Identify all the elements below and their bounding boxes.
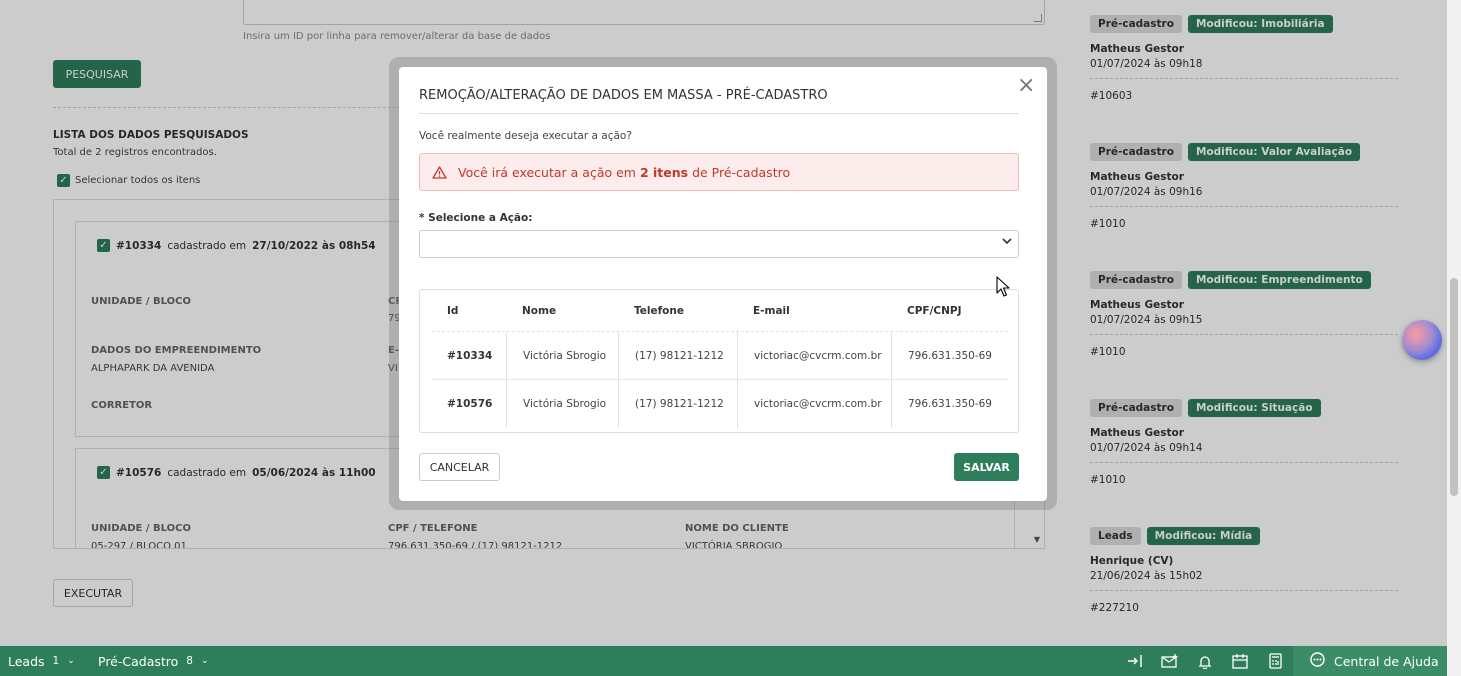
table-cell-phone: (17) 98121-1212 xyxy=(618,332,724,379)
warning-alert: Você irá executar a ação em 2 itens de P… xyxy=(419,153,1019,191)
taskbar-precadastro[interactable]: Pré-Cadastro 8 ⌄ xyxy=(98,646,209,676)
calendar-icon[interactable] xyxy=(1230,652,1250,670)
calculator-icon[interactable] xyxy=(1265,652,1285,670)
table-cell-id: #10576 xyxy=(447,398,493,410)
chevron-down-icon: ⌄ xyxy=(200,656,209,666)
table-cell-name: Victória Sbrogio xyxy=(506,380,606,428)
taskbar-precadastro-count: 8 xyxy=(186,655,193,667)
save-button[interactable]: SALVAR xyxy=(954,453,1019,481)
alert-count: 2 itens xyxy=(639,164,689,180)
alert-suffix: de Pré-cadastro xyxy=(692,164,791,180)
taskbar-leads-label: Leads xyxy=(8,653,45,669)
column-header: E-mail xyxy=(753,304,790,317)
chevron-down-icon xyxy=(1002,237,1012,248)
page-scrollbar-thumb[interactable] xyxy=(1450,278,1458,496)
action-select-label: * Selecione a Ação: xyxy=(419,212,533,224)
mouse-cursor-icon xyxy=(996,276,1010,297)
cancel-button[interactable]: CANCELAR xyxy=(419,453,500,481)
column-header: Id xyxy=(447,304,459,317)
taskbar-precadastro-label: Pré-Cadastro xyxy=(98,653,179,669)
table-cell-email: victoriac@cvcrm.com.br xyxy=(737,332,882,379)
divider xyxy=(419,113,1019,114)
chat-help-icon xyxy=(1309,652,1326,670)
table-cell-cpf: 796.631.350-69 xyxy=(891,380,992,428)
warning-triangle-icon xyxy=(430,165,448,179)
bulk-action-modal: REMOÇÃO/ALTERAÇÃO DE DADOS EM MASSA - PR… xyxy=(399,67,1047,501)
table-cell-phone: (17) 98121-1212 xyxy=(618,380,724,428)
table-row: #10334 Victória Sbrogio (17) 98121-1212 … xyxy=(432,332,1008,380)
action-select[interactable] xyxy=(419,230,1019,258)
modal-title: REMOÇÃO/ALTERAÇÃO DE DADOS EM MASSA - PR… xyxy=(419,88,828,103)
table-cell-email: victoriac@cvcrm.com.br xyxy=(737,380,882,428)
chevron-down-icon: ⌄ xyxy=(67,656,75,666)
alert-prefix: Você irá executar a ação em xyxy=(458,164,636,180)
taskbar-leads-count: 1 xyxy=(52,655,60,667)
column-header: CPF/CNPJ xyxy=(907,304,962,317)
close-icon[interactable]: × xyxy=(1017,73,1035,98)
help-center-label: Central de Ajuda xyxy=(1334,653,1439,669)
mail-add-icon[interactable] xyxy=(1160,652,1180,670)
table-row: #10576 Victória Sbrogio (17) 98121-1212 … xyxy=(432,380,1008,428)
table-header-row: Id Nome Telefone E-mail CPF/CNPJ xyxy=(432,290,1008,332)
column-header: Nome xyxy=(522,304,557,317)
bottom-taskbar: Leads 1 ⌄ Pré-Cadastro 8 ⌄ Central de Aj… xyxy=(0,646,1447,676)
table-cell-id: #10334 xyxy=(447,349,493,362)
table-cell-name: Victória Sbrogio xyxy=(506,332,606,379)
taskbar-leads[interactable]: Leads 1 ⌄ xyxy=(8,646,75,676)
exit-icon[interactable] xyxy=(1125,652,1145,670)
assistant-orb-icon[interactable] xyxy=(1402,320,1442,360)
table-cell-cpf: 796.631.350-69 xyxy=(891,332,992,379)
items-table: Id Nome Telefone E-mail CPF/CNPJ #10334 … xyxy=(419,289,1019,433)
help-center-button[interactable]: Central de Ajuda xyxy=(1293,646,1447,676)
confirm-question: Você realmente deseja executar a ação? xyxy=(419,130,632,142)
bell-icon[interactable] xyxy=(1195,652,1215,670)
column-header: Telefone xyxy=(634,304,684,317)
